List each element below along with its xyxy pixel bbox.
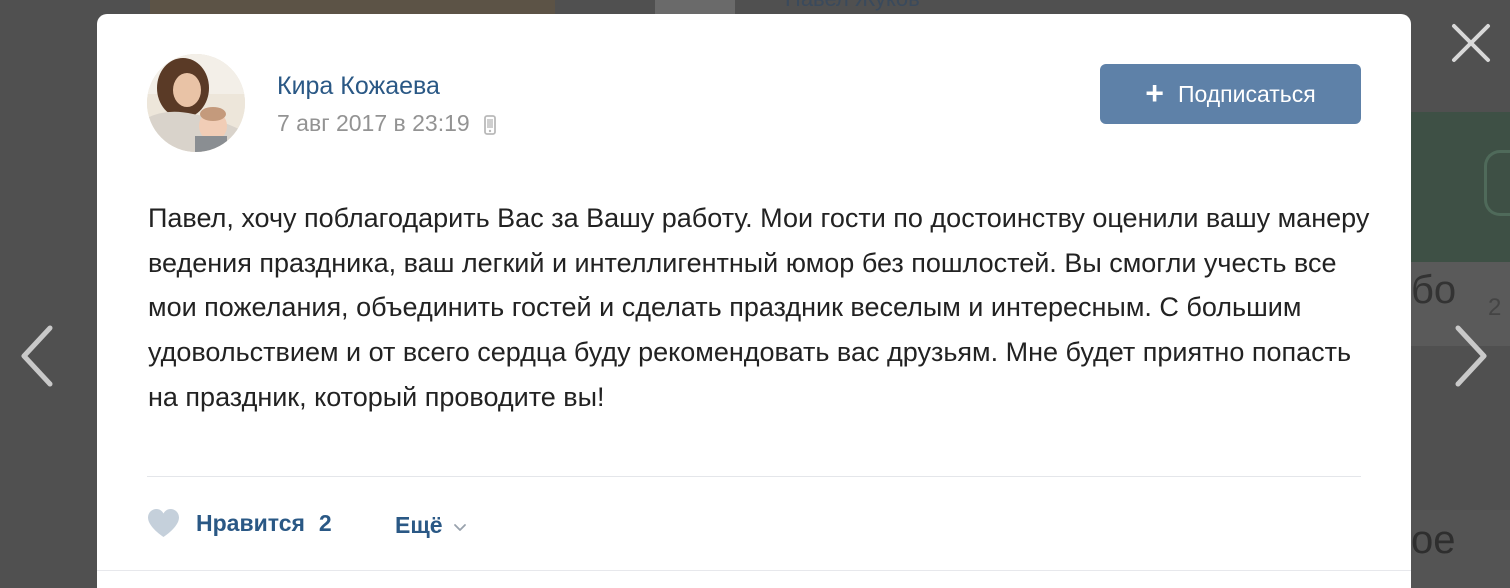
author-name-link[interactable]: Кира Кожаева — [277, 72, 440, 101]
subscribe-label: Подписаться — [1177, 80, 1316, 107]
like-label: Нравится — [196, 509, 305, 536]
avatar-photo — [147, 54, 245, 152]
background-avatar-fragment — [655, 0, 735, 14]
like-count: 2 — [318, 509, 332, 536]
phone-icon — [484, 115, 496, 135]
chevron-down-icon — [453, 523, 466, 531]
chevron-left-icon — [21, 325, 53, 387]
heart-icon — [148, 509, 179, 537]
background-text-fragment-small: 2 — [1488, 294, 1502, 321]
post-modal: Кира Кожаева 7 авг 2017 в 23:19 + Подпис… — [97, 14, 1411, 588]
post-text: Павел, хочу поблагодарить Вас за Вашу ра… — [148, 203, 1370, 412]
previous-post-button[interactable] — [18, 324, 58, 388]
background-phone-icon — [1484, 150, 1510, 216]
background-text-fragment: бо — [1411, 268, 1457, 312]
close-button[interactable] — [1448, 20, 1494, 66]
background-photo-fragment — [150, 0, 555, 14]
background-bottom-text-fragment: ое — [1411, 518, 1456, 562]
more-label: Ещё — [395, 512, 443, 538]
avatar[interactable] — [147, 54, 245, 152]
post-date-text: 7 авг 2017 в 23:19 — [277, 110, 470, 136]
more-button[interactable]: Ещё — [395, 512, 467, 539]
like-button[interactable]: Нравится 2 — [147, 508, 332, 538]
footer-divider — [97, 570, 1411, 571]
background-name-fragment: Павел Жуков — [785, 0, 920, 14]
subscribe-button[interactable]: + Подписаться — [1100, 64, 1361, 124]
divider — [147, 476, 1361, 477]
plus-icon: + — [1145, 74, 1164, 111]
post-date[interactable]: 7 авг 2017 в 23:19 — [277, 110, 496, 137]
next-post-button[interactable] — [1450, 324, 1490, 388]
chevron-right-icon — [1455, 325, 1487, 387]
close-icon — [1452, 24, 1490, 62]
